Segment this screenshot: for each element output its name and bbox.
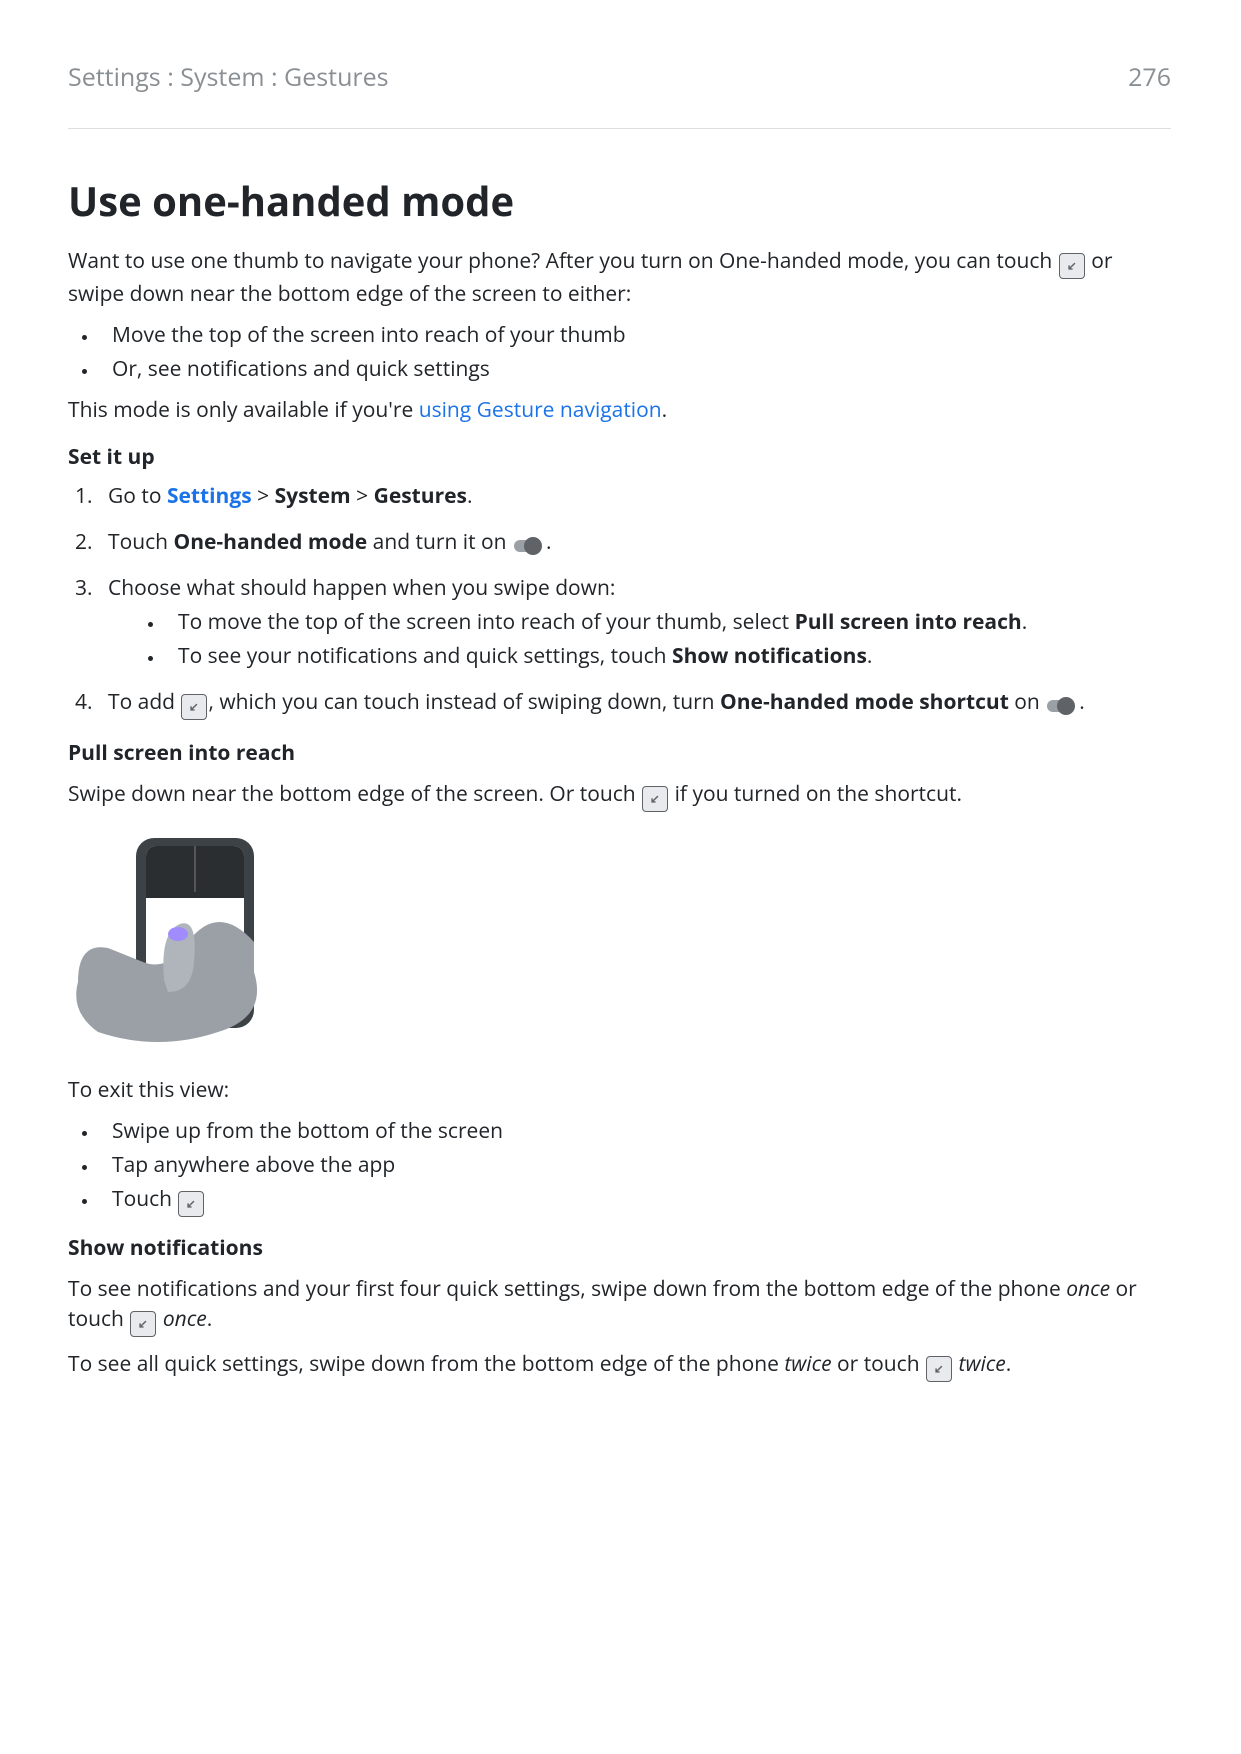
show-p2-e1: twice	[784, 1350, 831, 1378]
show-paragraph-1: To see notifications and your first four…	[68, 1274, 1171, 1337]
intro-bullet: Or, see notifications and quick settings	[98, 355, 1171, 383]
step4-t1: To add	[108, 688, 180, 716]
exit-bullet: Touch	[98, 1185, 1171, 1217]
pull-heading: Pull screen into reach	[68, 738, 1171, 768]
availability-paragraph: This mode is only available if you're us…	[68, 395, 1171, 425]
setup-steps-list: Go to Settings > System > Gestures. Touc…	[68, 482, 1171, 720]
show-p2-t3: .	[1006, 1350, 1012, 1378]
intro-bullet-list: Move the top of the screen into reach of…	[68, 321, 1171, 383]
show-p1-t1: To see notifications and your first four…	[68, 1275, 1066, 1303]
pull-t1: Swipe down near the bottom edge of the s…	[68, 780, 641, 808]
settings-link[interactable]: Settings	[167, 482, 252, 510]
step3-sub2: To see your notifications and quick sett…	[164, 642, 1171, 670]
gesture-navigation-link[interactable]: using Gesture navigation	[419, 396, 662, 424]
page-container: Settings : System : Gestures 276 Use one…	[0, 0, 1241, 1754]
intro-text-1: Want to use one thumb to navigate your p…	[68, 247, 1058, 275]
show-p1-e1: once	[1066, 1275, 1110, 1303]
step-4: To add , which you can touch instead of …	[98, 688, 1171, 720]
step4-bold: One-handed mode shortcut	[720, 688, 1009, 716]
step3-sublist: To move the top of the screen into reach…	[108, 608, 1171, 670]
intro-bullet: Move the top of the screen into reach of…	[98, 321, 1171, 349]
step3-main: Choose what should happen when you swipe…	[108, 574, 615, 602]
one-handed-shortcut-icon	[926, 1356, 952, 1382]
pull-t2: if you turned on the shortcut.	[675, 780, 962, 808]
step-1: Go to Settings > System > Gestures.	[98, 482, 1171, 510]
step1-sep2: >	[351, 482, 374, 510]
step4-t3: on	[1009, 688, 1045, 716]
one-handed-shortcut-icon	[642, 786, 668, 812]
show-p2-t1: To see all quick settings, swipe down fr…	[68, 1350, 784, 1378]
step2-period: .	[546, 528, 552, 556]
intro-paragraph: Want to use one thumb to navigate your p…	[68, 246, 1171, 309]
setup-heading: Set it up	[68, 442, 1171, 472]
show-p1-t3: .	[207, 1305, 213, 1333]
show-p2-t2: or touch	[832, 1350, 926, 1378]
step3-sub1-t2: .	[1022, 608, 1028, 636]
one-handed-shortcut-icon	[178, 1191, 204, 1217]
step1-text: Go to	[108, 482, 167, 510]
step3-sub1-t1: To move the top of the screen into reach…	[178, 608, 795, 636]
avail-text-2: .	[662, 396, 668, 424]
one-handed-shortcut-icon	[1059, 253, 1085, 279]
exit-intro: To exit this view:	[68, 1075, 1171, 1105]
pull-paragraph: Swipe down near the bottom edge of the s…	[68, 779, 1171, 812]
step4-t4: .	[1079, 688, 1085, 716]
step3-sub2-t1: To see your notifications and quick sett…	[178, 642, 672, 670]
step3-sub1-bold: Pull screen into reach	[795, 608, 1022, 636]
show-paragraph-2: To see all quick settings, swipe down fr…	[68, 1349, 1171, 1382]
step2-bold: One-handed mode	[173, 528, 367, 556]
step2-text2: and turn it on	[367, 528, 512, 556]
step2-text1: Touch	[108, 528, 173, 556]
exit-bullet: Tap anywhere above the app	[98, 1151, 1171, 1179]
page-header: Settings : System : Gestures 276	[68, 60, 1171, 129]
show-p1-e2: once	[163, 1305, 207, 1333]
avail-text-1: This mode is only available if you're	[68, 396, 419, 424]
step1-gestures: Gestures	[374, 482, 467, 510]
page-number: 276	[1128, 60, 1171, 94]
step3-sub2-bold: Show notifications	[672, 642, 867, 670]
step-2: Touch One-handed mode and turn it on .	[98, 528, 1171, 556]
toggle-on-icon	[514, 537, 544, 555]
step1-sep1: >	[252, 482, 275, 510]
hand-holding-phone-illustration	[68, 832, 1171, 1047]
step3-sub2-t2: .	[867, 642, 873, 670]
step1-system: System	[275, 482, 351, 510]
exit-bullet: Swipe up from the bottom of the screen	[98, 1117, 1171, 1145]
breadcrumb: Settings : System : Gestures	[68, 60, 389, 94]
step-3: Choose what should happen when you swipe…	[98, 574, 1171, 670]
step1-period: .	[467, 482, 473, 510]
exit-bullet-list: Swipe up from the bottom of the screen T…	[68, 1117, 1171, 1217]
exit-b3-text: Touch	[112, 1185, 177, 1213]
one-handed-shortcut-icon	[181, 694, 207, 720]
step4-t2: , which you can touch instead of swiping…	[208, 688, 720, 716]
show-p2-e2: twice	[959, 1350, 1006, 1378]
toggle-on-icon	[1047, 697, 1077, 715]
show-notifications-heading: Show notifications	[68, 1233, 1171, 1263]
one-handed-shortcut-icon	[130, 1311, 156, 1337]
page-title: Use one-handed mode	[68, 173, 1171, 228]
step3-sub1: To move the top of the screen into reach…	[164, 608, 1171, 636]
